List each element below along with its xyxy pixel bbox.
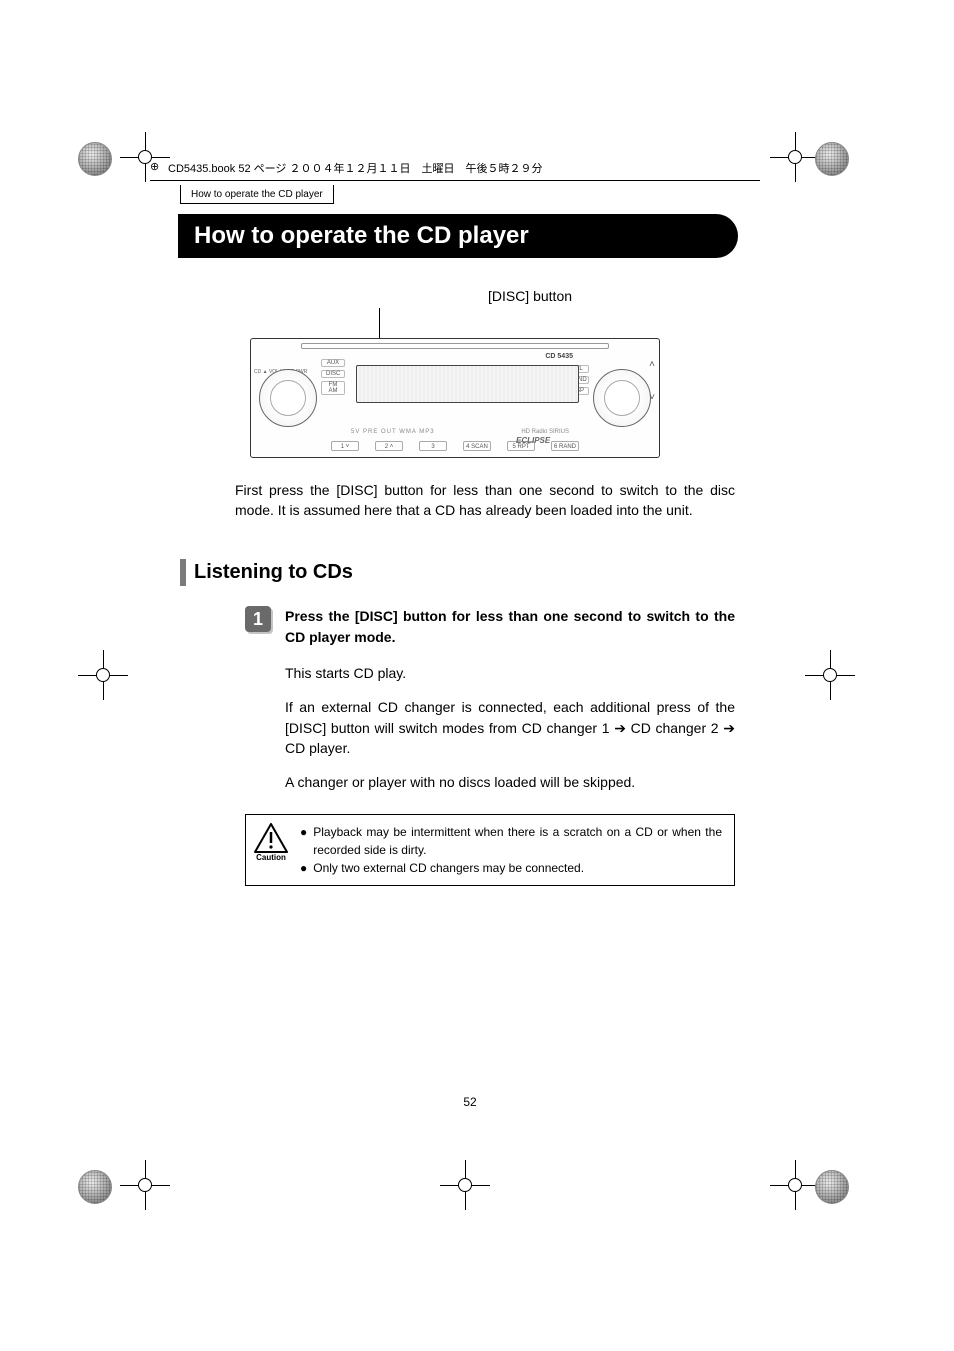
breadcrumb: How to operate the CD player [180,184,760,204]
crop-ball [78,1170,112,1204]
disc-button-callout: [DISC] button [300,288,760,304]
preset-2: 2 ˄ [375,441,403,451]
crop-mark [805,650,855,700]
left-side-buttons: AUX DISC FM AM [321,359,345,398]
device-logos-right: HD Radio SIRIUS [521,429,569,435]
crop-ball [78,142,112,176]
device-logos-left: 5V PRE OUT WMA MP3 [351,429,435,435]
device-model-label: CD 5435 [545,353,573,360]
step-para-2: If an external CD changer is connected, … [285,697,735,758]
step-1: 1 Press the [DISC] button for less than … [245,606,735,793]
disc-button: DISC [321,370,345,378]
page-number: 52 [180,1095,760,1109]
section-heading-text: Listening to CDs [194,559,353,586]
callout-leader-line [379,308,380,338]
step-number-badge: 1 [245,606,271,632]
cd-slot [301,343,609,349]
crop-mark [120,1160,170,1210]
crop-ball [815,142,849,176]
caution-note-2: Only two external CD changers may be con… [313,859,584,877]
crop-ball [815,1170,849,1204]
page-content: How to operate the CD player How to oper… [180,140,760,886]
intro-paragraph: First press the [DISC] button for less t… [235,480,735,521]
crop-mark [770,132,820,182]
brand-logo: ECLIPSE [516,436,550,445]
fm-am-button: FM AM [321,381,345,395]
crop-mark [770,1160,820,1210]
page-title: How to operate the CD player [178,214,738,258]
step-heading: Press the [DISC] button for less than on… [285,606,735,649]
preset-1: 1 ˅ [331,441,359,451]
caution-icon [254,823,288,853]
bullet-icon: ● [300,823,307,859]
step-para-1: This starts CD play. [285,663,735,683]
caution-label: Caution [254,853,288,862]
tune-knob [593,369,651,427]
preset-4: 4 SCAN [463,441,491,451]
preset-6: 6 RAND [551,441,579,451]
volume-knob [259,369,317,427]
crop-mark [440,1160,490,1210]
heading-accent-bar [180,559,186,586]
device-display [356,365,579,403]
device-illustration: CD ▲ VOL MUTE PWR ˄˅ AUX DISC FM AM SEL … [250,338,660,458]
caution-box: Caution ● Playback may be intermittent w… [245,814,735,886]
caret-up-icon: ˄˅ [649,359,655,403]
aux-button: AUX [321,359,345,367]
caution-notes: ● Playback may be intermittent when ther… [300,823,722,877]
preset-buttons: 1 ˅ 2 ˄ 3 ECLIPSE 4 SCAN 5 RPT 6 RAND [331,441,579,451]
step-para-3: A changer or player with no discs loaded… [285,772,735,792]
caution-note-1: Playback may be intermittent when there … [313,823,722,859]
section-heading: Listening to CDs [180,559,760,586]
bullet-icon: ● [300,859,307,877]
breadcrumb-text: How to operate the CD player [180,185,334,204]
preset-3: 3 [419,441,447,451]
crop-mark [78,650,128,700]
